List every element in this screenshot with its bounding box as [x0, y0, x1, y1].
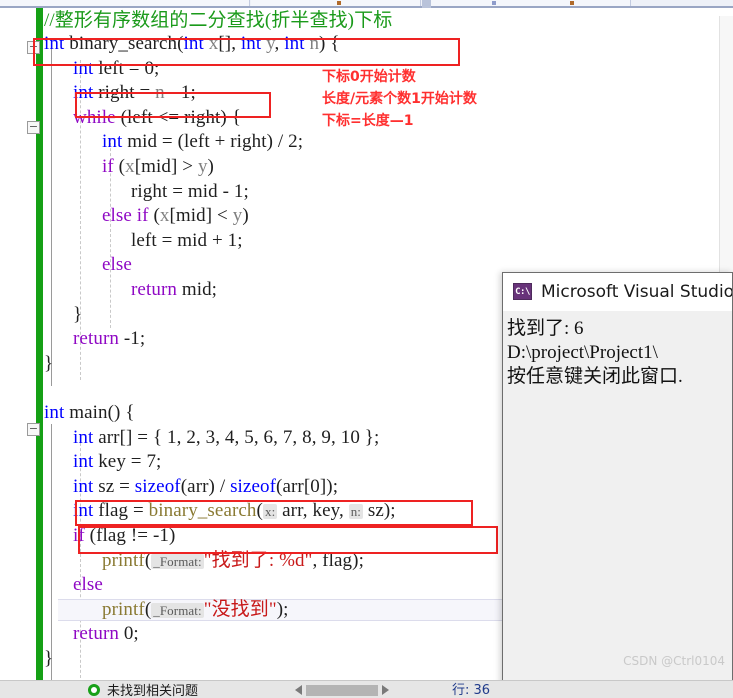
- toolbar-segment-mid[interactable]: [251, 0, 421, 6]
- code-line[interactable]: int mid = (left + right) / 2;: [102, 132, 303, 151]
- code-line[interactable]: right = mid - 1;: [131, 182, 249, 201]
- ready-status-icon: [88, 683, 100, 696]
- scroll-left-arrow-icon[interactable]: [295, 685, 302, 695]
- console-window[interactable]: C:\ Microsoft Visual Studio 找到了: 6 D:\pr…: [502, 272, 733, 698]
- console-title-text: Microsoft Visual Studio: [541, 281, 733, 302]
- annotation-box-signature: [33, 38, 460, 66]
- code-line[interactable]: int key = 7;: [73, 452, 161, 471]
- code-line[interactable]: return 0;: [73, 624, 139, 643]
- annotation-note: 下标0开始计数: [322, 69, 416, 85]
- horizontal-scrollbar[interactable]: [295, 683, 415, 697]
- outlining-guide-fn: [51, 46, 52, 386]
- collapse-box-main[interactable]: −: [27, 423, 40, 436]
- code-line[interactable]: left = mid + 1;: [131, 231, 243, 250]
- toolbar-segment-left[interactable]: [0, 0, 250, 6]
- code-line[interactable]: }: [73, 305, 82, 324]
- code-line[interactable]: if (x[mid] > y): [102, 157, 214, 176]
- code-line[interactable]: else: [102, 255, 132, 274]
- annotation-box-call: [78, 526, 498, 554]
- toolbar-dot-icon-2: [492, 1, 496, 5]
- console-title-bar[interactable]: C:\ Microsoft Visual Studio: [503, 273, 732, 311]
- code-line[interactable]: }: [44, 649, 53, 668]
- console-icon: C:\: [513, 283, 532, 300]
- code-line[interactable]: else: [73, 575, 103, 594]
- toolbar-dot-icon-3: [570, 1, 574, 5]
- annotation-box-right-init: [75, 92, 271, 118]
- code-line[interactable]: return -1;: [73, 329, 145, 348]
- annotation-box-sizeof: [75, 500, 473, 526]
- code-comment: //整形有序数组的二分查找(折半查找)下标: [44, 10, 393, 31]
- cursor-line-indicator: 行: 36: [452, 683, 491, 698]
- code-line[interactable]: int sz = sizeof(arr) / sizeof(arr[0]);: [73, 477, 338, 496]
- inline-parameter-hint: _Format:: [151, 602, 204, 618]
- status-message: 未找到相关问题: [107, 684, 199, 698]
- outlining-guide-main: [51, 424, 52, 680]
- annotation-note: 下标=长度—1: [322, 113, 414, 129]
- change-bar: [36, 8, 43, 680]
- toolbar-segment-right[interactable]: [431, 0, 631, 6]
- screenshot-root: + − − //整形有序数组的二分查找(折半查找)下标 int binary_s…: [0, 0, 733, 698]
- annotation-note: 长度/元素个数1开始计数: [322, 91, 477, 107]
- inline-parameter-hint: _Format:: [151, 553, 204, 569]
- watermark: CSDN @Ctrl0104: [623, 654, 725, 668]
- console-output-line: D:\project\Project1\: [507, 342, 658, 363]
- code-line[interactable]: int main() {: [44, 403, 135, 422]
- collapse-box-while[interactable]: −: [27, 121, 40, 134]
- status-bar: 未找到相关问题 行: 36: [0, 680, 733, 698]
- toolbar-divider: [422, 0, 431, 8]
- console-output-line: 按任意键关闭此窗口.: [507, 366, 683, 387]
- scroll-right-arrow-icon[interactable]: [382, 685, 389, 695]
- console-output-line: 找到了: 6: [507, 318, 584, 339]
- code-line[interactable]: printf(_Format: "没找到");: [102, 600, 289, 620]
- code-line[interactable]: return mid;: [131, 280, 217, 299]
- scroll-thumb[interactable]: [306, 684, 378, 696]
- toolbar-strip: [0, 0, 733, 8]
- toolbar-dot-icon-1: [337, 1, 341, 5]
- code-line[interactable]: int arr[] = { 1, 2, 3, 4, 5, 6, 7, 8, 9,…: [73, 428, 379, 447]
- console-output: 找到了: 6 D:\project\Project1\ 按任意键关闭此窗口.: [503, 311, 732, 697]
- code-line[interactable]: }: [44, 354, 53, 373]
- code-line[interactable]: else if (x[mid] < y): [102, 206, 249, 225]
